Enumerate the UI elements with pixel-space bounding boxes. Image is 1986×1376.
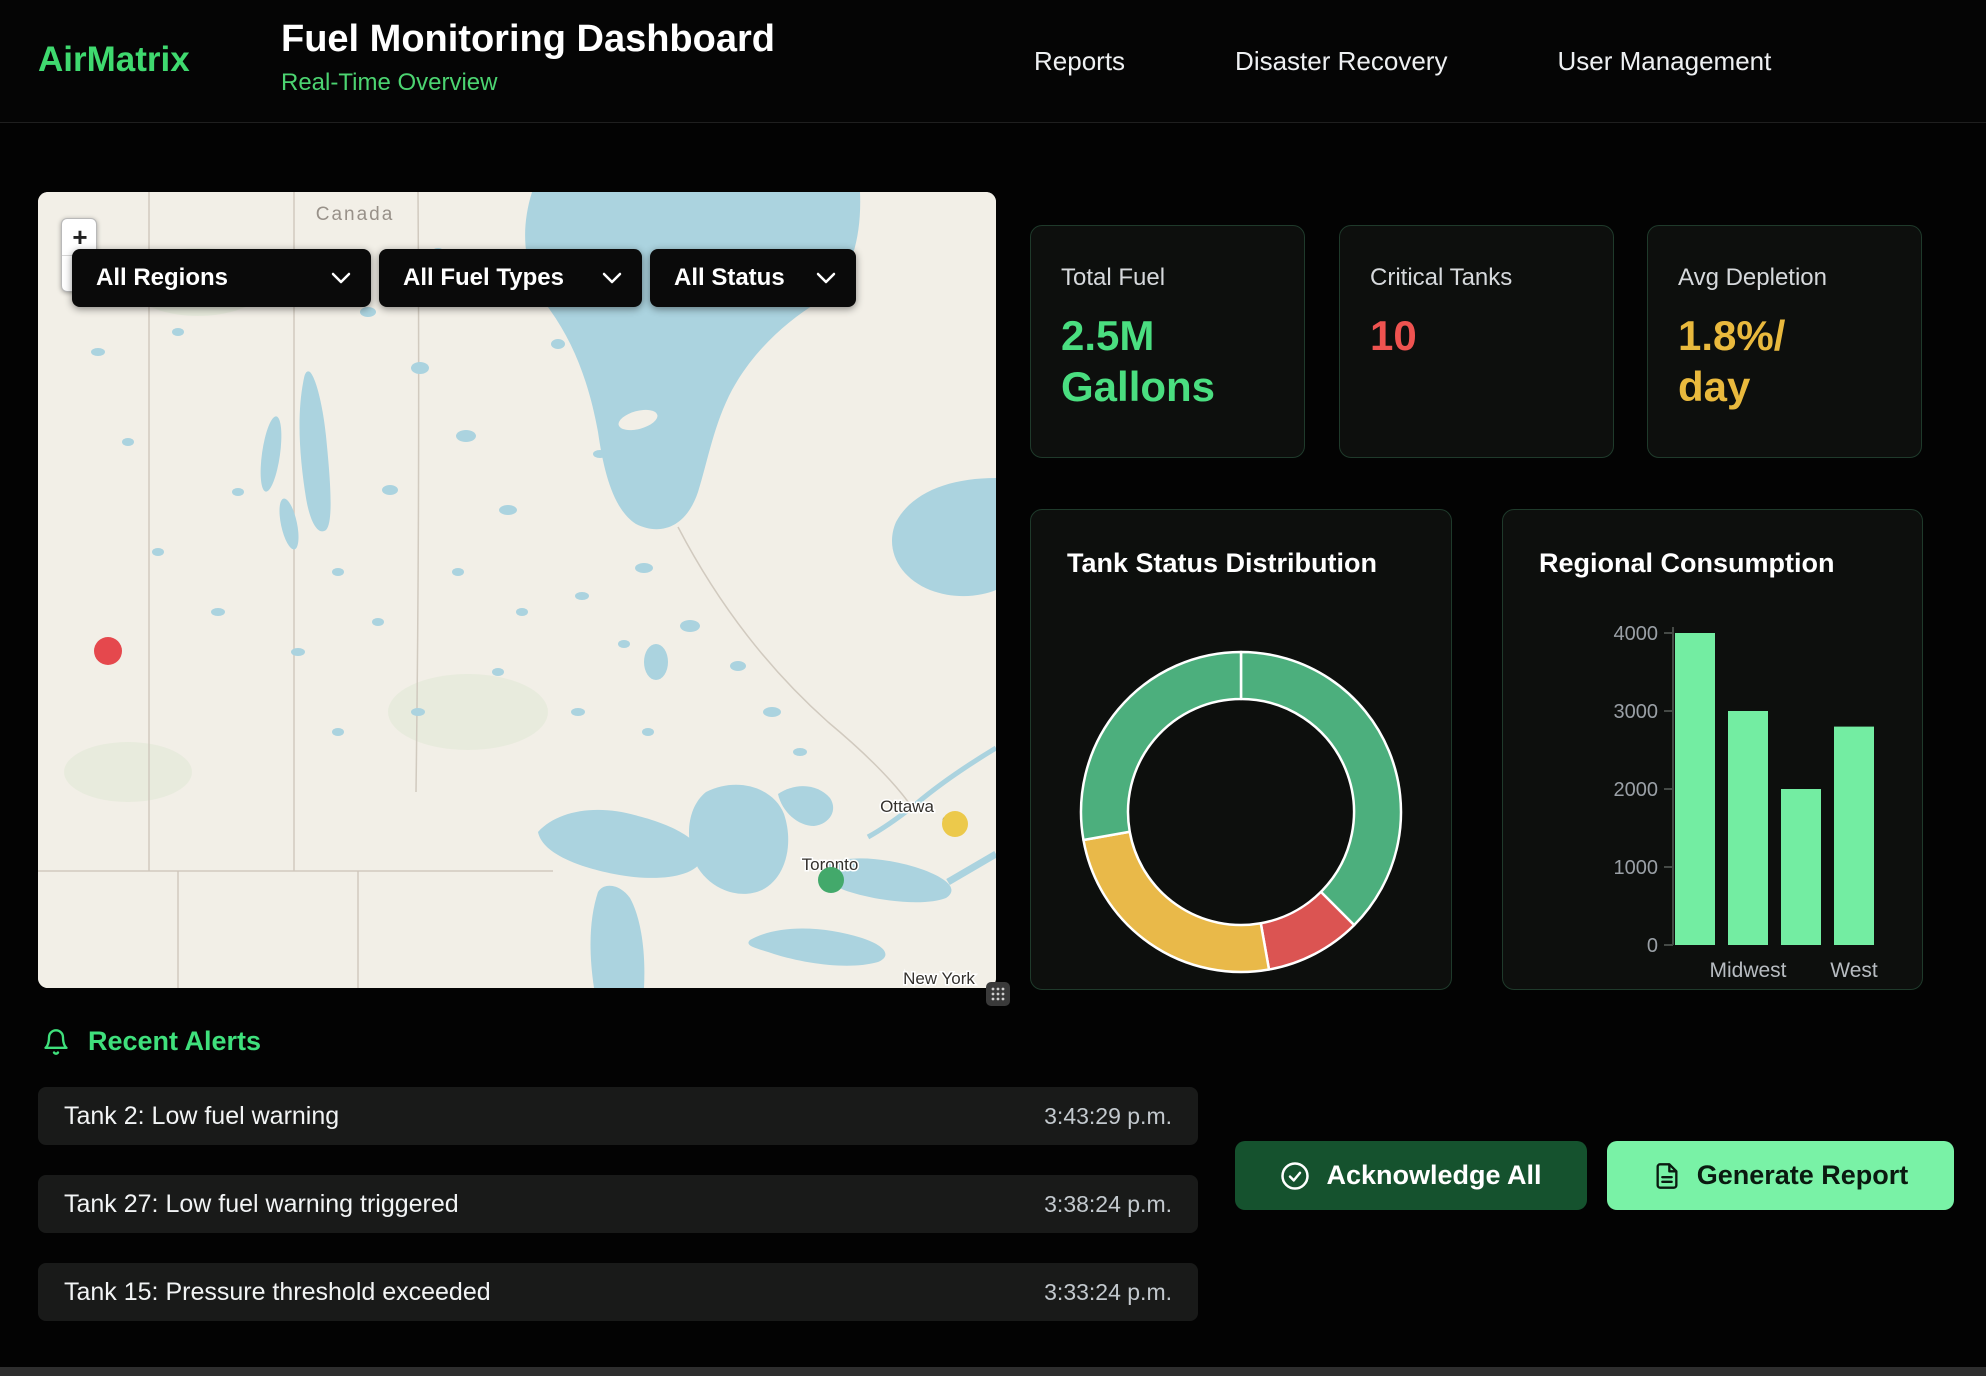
- header: AirMatrix Fuel Monitoring Dashboard Real…: [0, 0, 1986, 123]
- stat-value: 1.8%/ day: [1678, 310, 1891, 412]
- regional-consumption-card: Regional Consumption 0 1000 2000 3000 4000 Mi…: [1502, 509, 1923, 990]
- resize-handle[interactable]: [986, 982, 1010, 1006]
- bottom-scrollbar-track[interactable]: [0, 1367, 1986, 1376]
- generate-report-label: Generate Report: [1697, 1160, 1909, 1191]
- svg-text:3000: 3000: [1614, 701, 1659, 723]
- title-block: Fuel Monitoring Dashboard Real-Time Over…: [281, 18, 775, 97]
- map-canvas: Canada Ottawa Toronto New York: [38, 192, 996, 988]
- bell-icon: [42, 1028, 70, 1056]
- acknowledge-all-label: Acknowledge All: [1326, 1160, 1541, 1191]
- nav-reports[interactable]: Reports: [1034, 46, 1125, 77]
- chevron-down-icon: [816, 272, 836, 284]
- alert-timestamp: 3:43:29 p.m.: [1044, 1103, 1172, 1130]
- recent-alerts-heading: Recent Alerts: [42, 1026, 261, 1057]
- alert-message: Tank 27: Low fuel warning triggered: [64, 1190, 459, 1219]
- check-circle-icon: [1280, 1161, 1310, 1191]
- svg-text:Midwest: Midwest: [1709, 959, 1786, 982]
- tank-status-card: Tank Status Distribution: [1030, 509, 1452, 990]
- stat-value: 10: [1370, 310, 1583, 361]
- regional-consumption-bar-chart: 0 1000 2000 3000 4000 Midwest West: [1503, 510, 1924, 991]
- map-label-canada: Canada: [316, 204, 395, 225]
- map-marker-normal[interactable]: [818, 867, 844, 893]
- map-marker-critical[interactable]: [94, 637, 122, 665]
- brand-logo[interactable]: AirMatrix: [38, 40, 190, 80]
- map-label-new-york: New York: [903, 969, 975, 988]
- stat-card-total-fuel: Total Fuel 2.5M Gallons: [1030, 225, 1305, 458]
- fuel-type-filter-select[interactable]: All Fuel Types: [379, 249, 642, 307]
- acknowledge-all-button[interactable]: Acknowledge All: [1235, 1141, 1587, 1210]
- region-filter-value: All Regions: [96, 264, 228, 292]
- svg-text:2000: 2000: [1614, 779, 1659, 801]
- svg-text:0: 0: [1647, 935, 1658, 957]
- stat-label: Critical Tanks: [1370, 264, 1583, 292]
- stat-card-avg-depletion: Avg Depletion 1.8%/ day: [1647, 225, 1922, 458]
- regional-consumption-title: Regional Consumption: [1539, 548, 1886, 579]
- fuel-type-filter-value: All Fuel Types: [403, 264, 564, 292]
- status-filter-select[interactable]: All Status: [650, 249, 856, 307]
- map-panel[interactable]: Canada Ottawa Toronto New York + − All R…: [38, 192, 996, 988]
- status-filter-value: All Status: [674, 264, 785, 292]
- tank-status-title: Tank Status Distribution: [1067, 548, 1415, 579]
- alert-timestamp: 3:38:24 p.m.: [1044, 1191, 1172, 1218]
- alert-row[interactable]: Tank 2: Low fuel warning 3:43:29 p.m.: [38, 1087, 1198, 1145]
- report-document-icon: [1653, 1162, 1681, 1190]
- alert-message: Tank 15: Pressure threshold exceeded: [64, 1278, 491, 1307]
- alert-message: Tank 2: Low fuel warning: [64, 1102, 339, 1131]
- nav-disaster-recovery[interactable]: Disaster Recovery: [1235, 46, 1447, 77]
- alert-row[interactable]: Tank 15: Pressure threshold exceeded 3:3…: [38, 1263, 1198, 1321]
- generate-report-button[interactable]: Generate Report: [1607, 1141, 1954, 1210]
- stat-value: 2.5M Gallons: [1061, 310, 1274, 412]
- alert-row[interactable]: Tank 27: Low fuel warning triggered 3:38…: [38, 1175, 1198, 1233]
- svg-text:West: West: [1830, 959, 1878, 982]
- stat-card-critical-tanks: Critical Tanks 10: [1339, 225, 1614, 458]
- tank-status-donut-chart: [1071, 642, 1411, 982]
- chevron-down-icon: [331, 272, 351, 284]
- map-lake: [644, 644, 668, 680]
- svg-text:4000: 4000: [1614, 623, 1659, 645]
- alert-timestamp: 3:33:24 p.m.: [1044, 1279, 1172, 1306]
- svg-text:1000: 1000: [1614, 857, 1659, 879]
- map-forest-patch: [64, 742, 192, 802]
- page-title: Fuel Monitoring Dashboard: [281, 18, 775, 61]
- main-nav: Reports Disaster Recovery User Managemen…: [1034, 0, 1771, 123]
- map-marker-warning[interactable]: [942, 811, 968, 837]
- chevron-down-icon: [602, 272, 622, 284]
- grip-dots-icon: [991, 987, 1005, 1001]
- recent-alerts-title: Recent Alerts: [88, 1026, 261, 1057]
- nav-user-management[interactable]: User Management: [1557, 46, 1771, 77]
- map-filter-bar: All Regions All Fuel Types All Status: [72, 249, 856, 307]
- stat-label: Total Fuel: [1061, 264, 1274, 292]
- page-subtitle: Real-Time Overview: [281, 69, 775, 97]
- region-filter-select[interactable]: All Regions: [72, 249, 371, 307]
- stat-label: Avg Depletion: [1678, 264, 1891, 292]
- app-root: AirMatrix Fuel Monitoring Dashboard Real…: [0, 0, 1986, 1376]
- map-label-ottawa: Ottawa: [880, 797, 934, 816]
